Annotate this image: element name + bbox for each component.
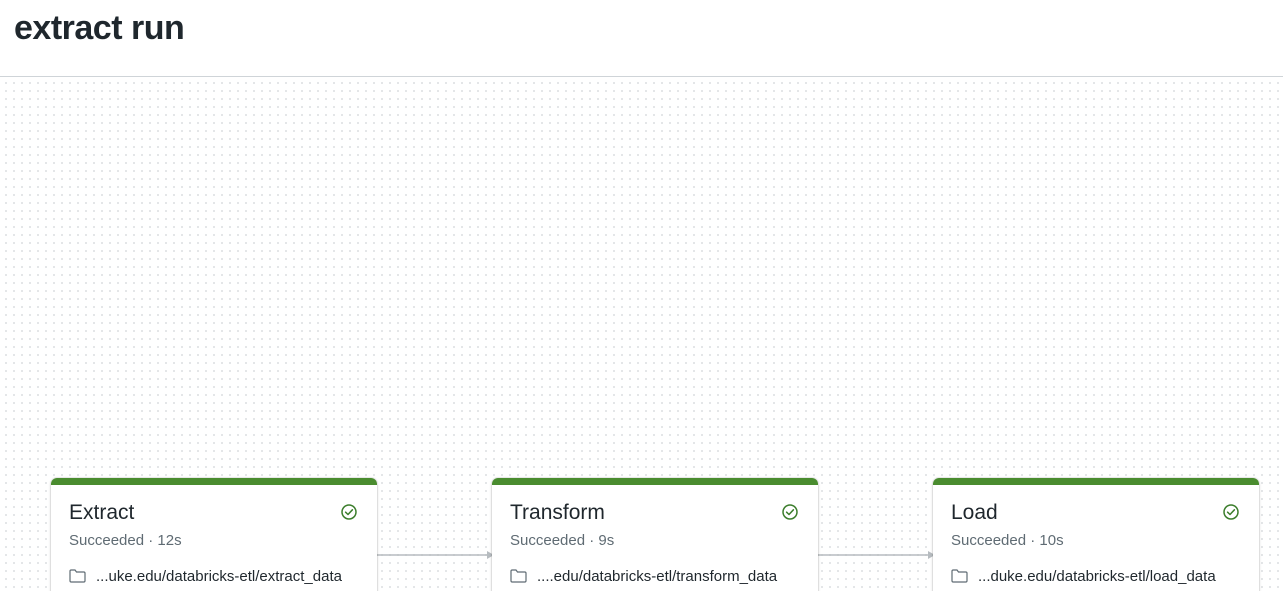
page-header: extract run: [0, 0, 1283, 77]
check-circle-icon: [1223, 504, 1239, 520]
task-status: Succeeded · 9s: [510, 532, 615, 549]
notebook-path[interactable]: ...uke.edu/databricks-etl/extract_data: [69, 566, 342, 586]
status-bar: [51, 478, 377, 485]
folder-icon: [510, 569, 527, 583]
task-name: Extract: [69, 501, 135, 524]
folder-icon: [69, 569, 86, 583]
notebook-path-text: ...duke.edu/databricks-etl/load_data: [978, 567, 1216, 585]
notebook-path[interactable]: ...duke.edu/databricks-etl/load_data: [951, 566, 1216, 586]
status-bar: [492, 478, 818, 485]
notebook-path-text: ...uke.edu/databricks-etl/extract_data: [96, 567, 342, 585]
folder-icon: [951, 569, 968, 583]
edge-transform-to-load: [818, 551, 935, 559]
edge-extract-to-transform: [377, 551, 494, 559]
status-bar: [933, 478, 1259, 485]
dag-canvas[interactable]: Extract Succeeded · 12s ...uke.edu/datab…: [0, 77, 1283, 591]
page-title: extract run: [14, 9, 185, 47]
task-node-transform[interactable]: Transform Succeeded · 9s ....edu/databri…: [492, 478, 818, 591]
task-name: Transform: [510, 501, 605, 524]
check-circle-icon: [341, 504, 357, 520]
task-name: Load: [951, 501, 998, 524]
task-node-load[interactable]: Load Succeeded · 10s ...duke.edu/databri…: [933, 478, 1259, 591]
notebook-path[interactable]: ....edu/databricks-etl/transform_data: [510, 566, 777, 586]
task-status: Succeeded · 10s: [951, 532, 1064, 549]
check-circle-icon: [782, 504, 798, 520]
notebook-path-text: ....edu/databricks-etl/transform_data: [537, 567, 778, 585]
task-status: Succeeded · 12s: [69, 532, 182, 549]
task-node-extract[interactable]: Extract Succeeded · 12s ...uke.edu/datab…: [51, 478, 377, 591]
